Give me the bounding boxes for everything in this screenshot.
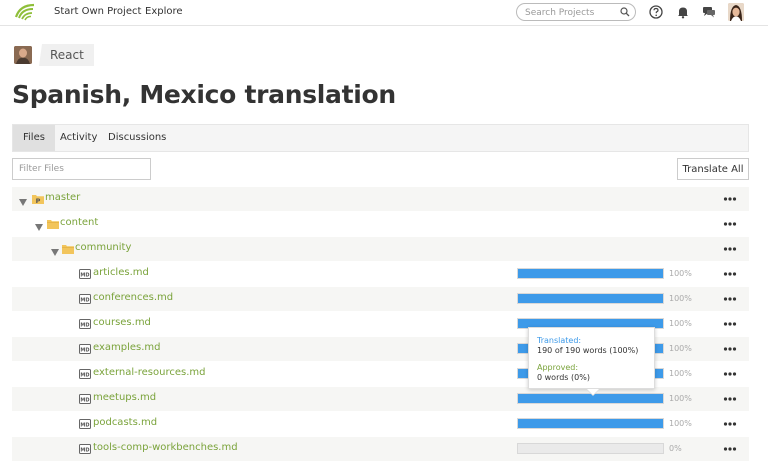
nav-explore[interactable]: Explore (145, 6, 183, 17)
svg-text:MD: MD (80, 323, 89, 329)
breadcrumb-separator (38, 44, 42, 66)
folder-name-link[interactable]: community (75, 242, 131, 253)
tooltip-caret (587, 389, 599, 395)
markdown-file-icon: MD (79, 293, 91, 304)
filter-files-input[interactable] (13, 159, 150, 179)
more-options-icon[interactable] (723, 193, 737, 203)
user-avatar[interactable] (728, 3, 744, 21)
svg-text:MD: MD (80, 423, 89, 429)
tooltip-translated-value: 190 of 190 words (100%) (537, 346, 639, 355)
more-options-icon[interactable] (723, 393, 737, 403)
more-options-icon[interactable] (723, 218, 737, 228)
branch-folder-icon: P (32, 193, 44, 205)
tooltip-approved-label: Approved: (537, 363, 579, 372)
file-name-link[interactable]: meetups.md (93, 392, 156, 403)
more-options-icon[interactable] (723, 243, 737, 253)
tooltip-translated-label: Translated: (537, 336, 582, 345)
file-name-link[interactable]: podcasts.md (93, 417, 157, 428)
file-name-link[interactable]: conferences.md (93, 292, 173, 303)
breadcrumb[interactable]: React (38, 44, 94, 66)
chat-icon[interactable] (702, 5, 716, 19)
file-name-link[interactable]: courses.md (93, 317, 151, 328)
folder-row[interactable]: content (12, 212, 749, 236)
folder-icon (62, 243, 74, 254)
folder-row[interactable]: Pmaster (12, 187, 749, 211)
progress-fill (518, 269, 663, 278)
svg-text:P: P (36, 197, 41, 204)
svg-text:MD: MD (80, 373, 89, 379)
file-row[interactable]: MD tools-comp-workbenches.md 0% (12, 437, 749, 461)
top-navbar: Start Own Project Explore (0, 0, 768, 26)
markdown-file-icon: MD (79, 418, 91, 429)
more-options-icon[interactable] (723, 318, 737, 328)
file-name-link[interactable]: examples.md (93, 342, 161, 353)
markdown-file-icon: MD (79, 443, 91, 454)
folder-name-link[interactable]: content (60, 217, 98, 228)
folder-icon (47, 218, 59, 229)
project-avatar[interactable] (14, 46, 32, 64)
progress-percent: 100% (669, 319, 692, 328)
expand-arrow-icon[interactable] (19, 195, 27, 206)
folder-name-link[interactable]: master (45, 192, 80, 203)
search-box (516, 3, 636, 21)
progress-percent: 100% (669, 344, 692, 353)
expand-arrow-icon[interactable] (51, 245, 59, 256)
nav-start-own-project[interactable]: Start Own Project (54, 6, 141, 17)
more-options-icon[interactable] (723, 293, 737, 303)
expand-arrow-icon[interactable] (35, 220, 43, 231)
breadcrumb-project[interactable]: React (50, 48, 84, 62)
translate-all-button[interactable]: Translate All (677, 158, 749, 180)
file-name-link[interactable]: external-resources.md (93, 367, 206, 378)
svg-text:MD: MD (80, 448, 89, 454)
progress-percent: 100% (669, 394, 692, 403)
progress-percent: 100% (669, 369, 692, 378)
markdown-file-icon: MD (79, 343, 91, 354)
crowdin-logo-icon[interactable] (14, 3, 36, 21)
file-row[interactable]: MD podcasts.md 100% (12, 412, 749, 436)
folder-row[interactable]: community (12, 237, 749, 261)
translation-progress-bar[interactable] (517, 268, 664, 279)
file-row[interactable]: MD articles.md 100% (12, 262, 749, 286)
file-row[interactable]: MD conferences.md 100% (12, 287, 749, 311)
file-name-link[interactable]: articles.md (93, 267, 149, 278)
markdown-file-icon: MD (79, 393, 91, 404)
page-title: Spanish, Mexico translation (12, 80, 396, 109)
translation-progress-bar[interactable] (517, 418, 664, 429)
filter-files (12, 158, 151, 180)
more-options-icon[interactable] (723, 368, 737, 378)
more-options-icon[interactable] (723, 343, 737, 353)
search-input[interactable] (525, 6, 617, 19)
bell-icon[interactable] (676, 5, 690, 19)
more-options-icon[interactable] (723, 268, 737, 278)
progress-fill (518, 294, 663, 303)
tab-discussions[interactable]: Discussions (98, 125, 176, 151)
svg-text:MD: MD (80, 398, 89, 404)
help-icon[interactable] (649, 5, 663, 19)
svg-text:MD: MD (80, 298, 89, 304)
translation-progress-bar[interactable] (517, 443, 664, 454)
progress-percent: 100% (669, 269, 692, 278)
progress-percent: 100% (669, 294, 692, 303)
svg-text:MD: MD (80, 273, 89, 279)
markdown-file-icon: MD (79, 368, 91, 379)
progress-fill (518, 419, 663, 428)
progress-tooltip: Translated: 190 of 190 words (100%) Appr… (528, 327, 655, 395)
tab-files[interactable]: Files (13, 125, 55, 151)
progress-fill (518, 394, 663, 403)
progress-percent: 100% (669, 419, 692, 428)
svg-text:MD: MD (80, 348, 89, 354)
more-options-icon[interactable] (723, 443, 737, 453)
translation-progress-bar[interactable] (517, 293, 664, 304)
search-icon[interactable] (620, 7, 630, 17)
tooltip-approved-value: 0 words (0%) (537, 373, 590, 382)
markdown-file-icon: MD (79, 268, 91, 279)
file-row[interactable]: MD meetups.md 100% (12, 387, 749, 411)
progress-percent: 0% (669, 444, 682, 453)
file-name-link[interactable]: tools-comp-workbenches.md (93, 442, 238, 453)
tab-bar: Files Activity Discussions (12, 124, 749, 152)
markdown-file-icon: MD (79, 318, 91, 329)
more-options-icon[interactable] (723, 418, 737, 428)
